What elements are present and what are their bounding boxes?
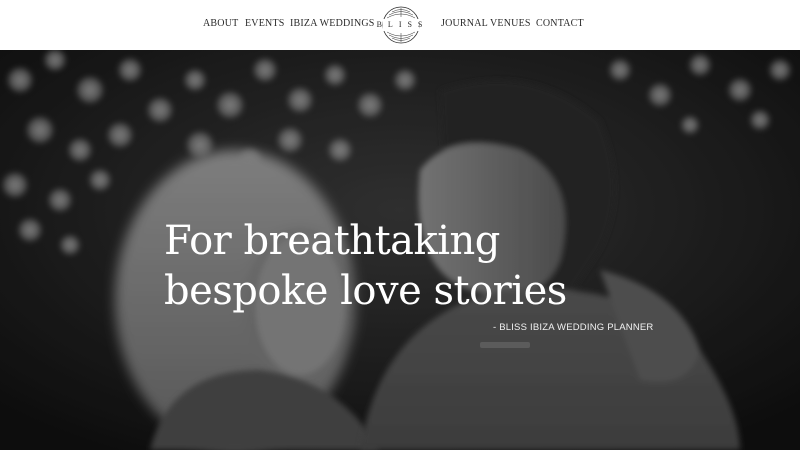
nav-ibiza-weddings-link[interactable]: IBIZA WEDDINGS bbox=[290, 18, 375, 29]
hero-tagline: - BLISS IBIZA WEDDING PLANNER bbox=[493, 322, 654, 333]
nav-venues-link[interactable]: VENUES bbox=[490, 18, 531, 29]
nav-events-link[interactable]: EVENTS bbox=[245, 18, 285, 29]
hero-headline-line-1: For breathtaking bbox=[164, 218, 500, 264]
hero-headline-line-2: bespoke love stories bbox=[164, 268, 567, 314]
bliss-logo[interactable]: BLISS bbox=[371, 4, 431, 46]
logo-wordmark: BLISS bbox=[376, 20, 429, 29]
nav-about-link[interactable]: ABOUT bbox=[203, 18, 238, 29]
nav-journal-link[interactable]: JOURNAL bbox=[441, 18, 488, 29]
site-header: ABOUT EVENTS IBIZA WEDDINGS BLISS JOURNA… bbox=[0, 0, 800, 50]
hero-section: For breathtaking bespoke love stories - … bbox=[0, 50, 800, 450]
hero-headline: For breathtaking bespoke love stories bbox=[164, 216, 567, 316]
nav-contact-link[interactable]: CONTACT bbox=[536, 18, 584, 29]
